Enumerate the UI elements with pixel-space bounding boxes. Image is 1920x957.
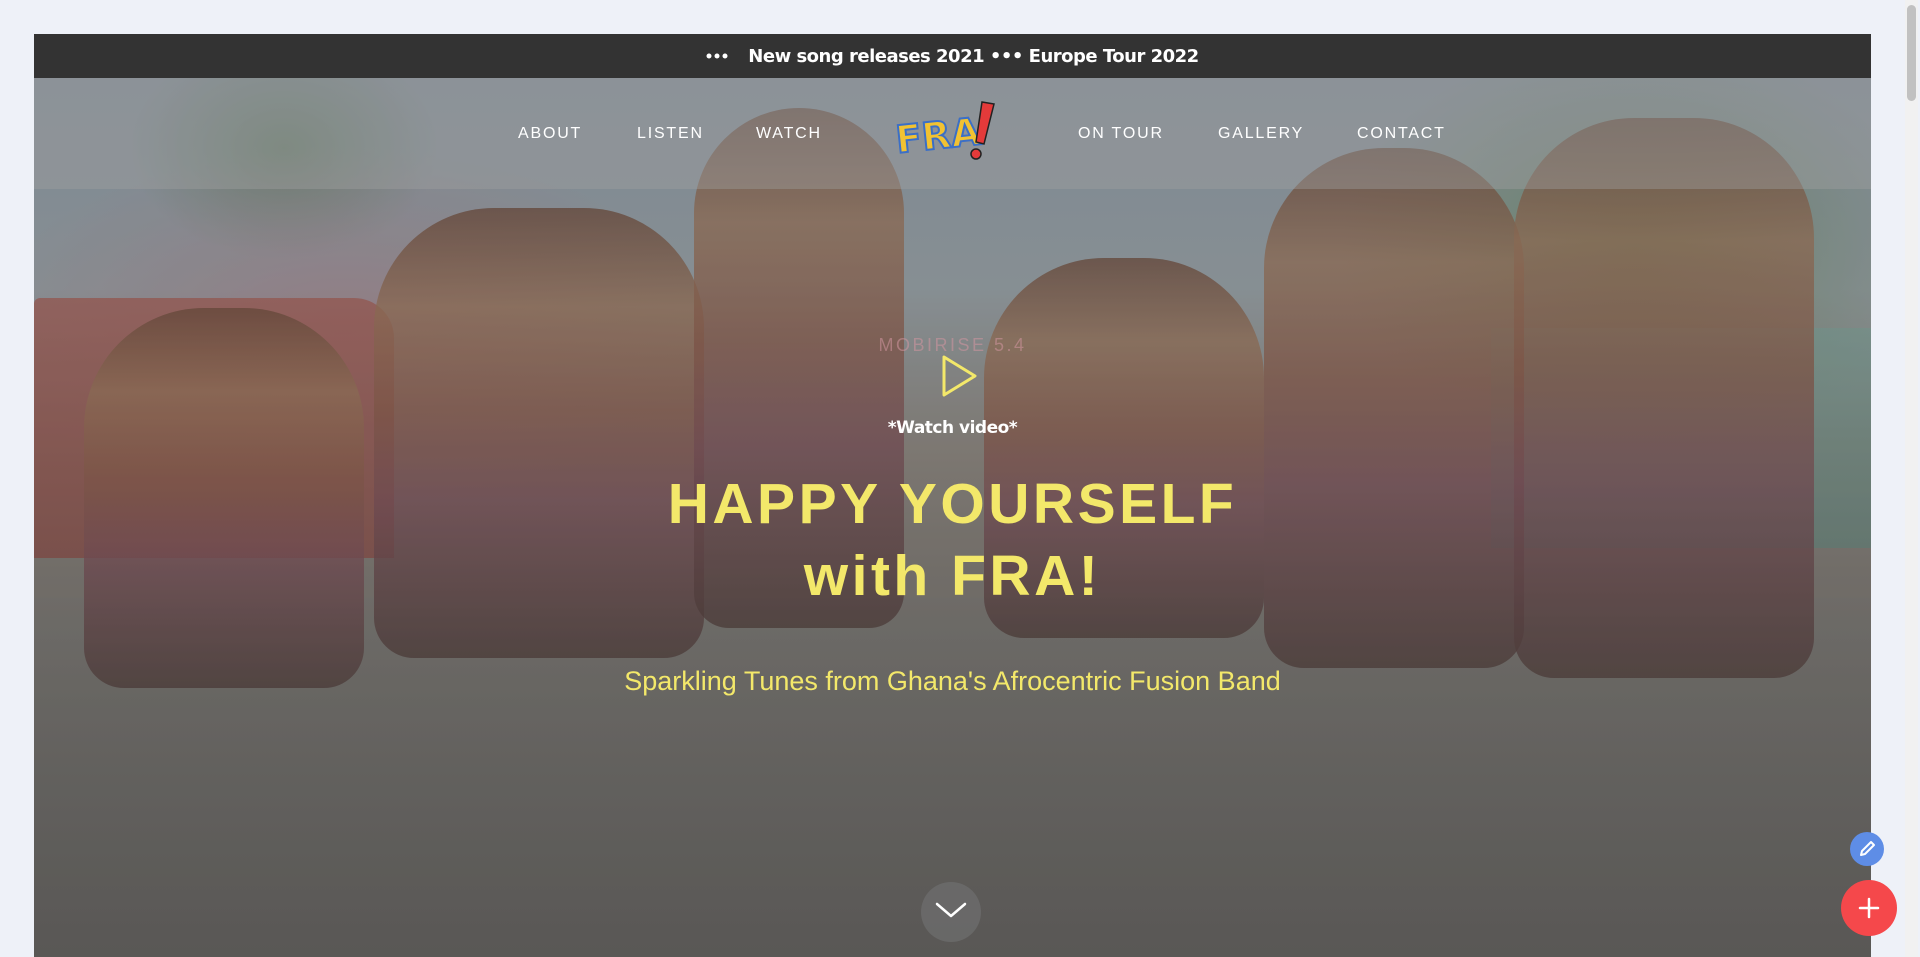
plus-icon: [1858, 897, 1880, 919]
headline-line-1: HAPPY YOURSELF: [667, 472, 1238, 536]
pencil-icon: [1860, 841, 1875, 856]
add-block-button[interactable]: [1841, 880, 1897, 936]
chevron-down-icon: [935, 902, 967, 918]
headline-line-2: with FRA!: [803, 544, 1102, 608]
page-scrollbar[interactable]: [1905, 0, 1918, 957]
play-icon[interactable]: [935, 353, 981, 399]
page-frame: New song releases 2021 ••• Europe Tour 2…: [34, 34, 1871, 957]
watch-video-link[interactable]: *Watch video*: [34, 418, 1871, 438]
scroll-down-button[interactable]: [921, 882, 981, 942]
hero-headline: HAPPY YOURSELF with FRA!: [34, 468, 1871, 612]
hero-content: MOBIRISE 5.4 *Watch video* HAPPY YOURSEL…: [34, 34, 1871, 957]
hero-subtitle: Sparkling Tunes from Ghana's Afrocentric…: [624, 666, 1281, 696]
edit-button[interactable]: [1850, 832, 1884, 866]
scrollbar-thumb[interactable]: [1907, 5, 1916, 101]
